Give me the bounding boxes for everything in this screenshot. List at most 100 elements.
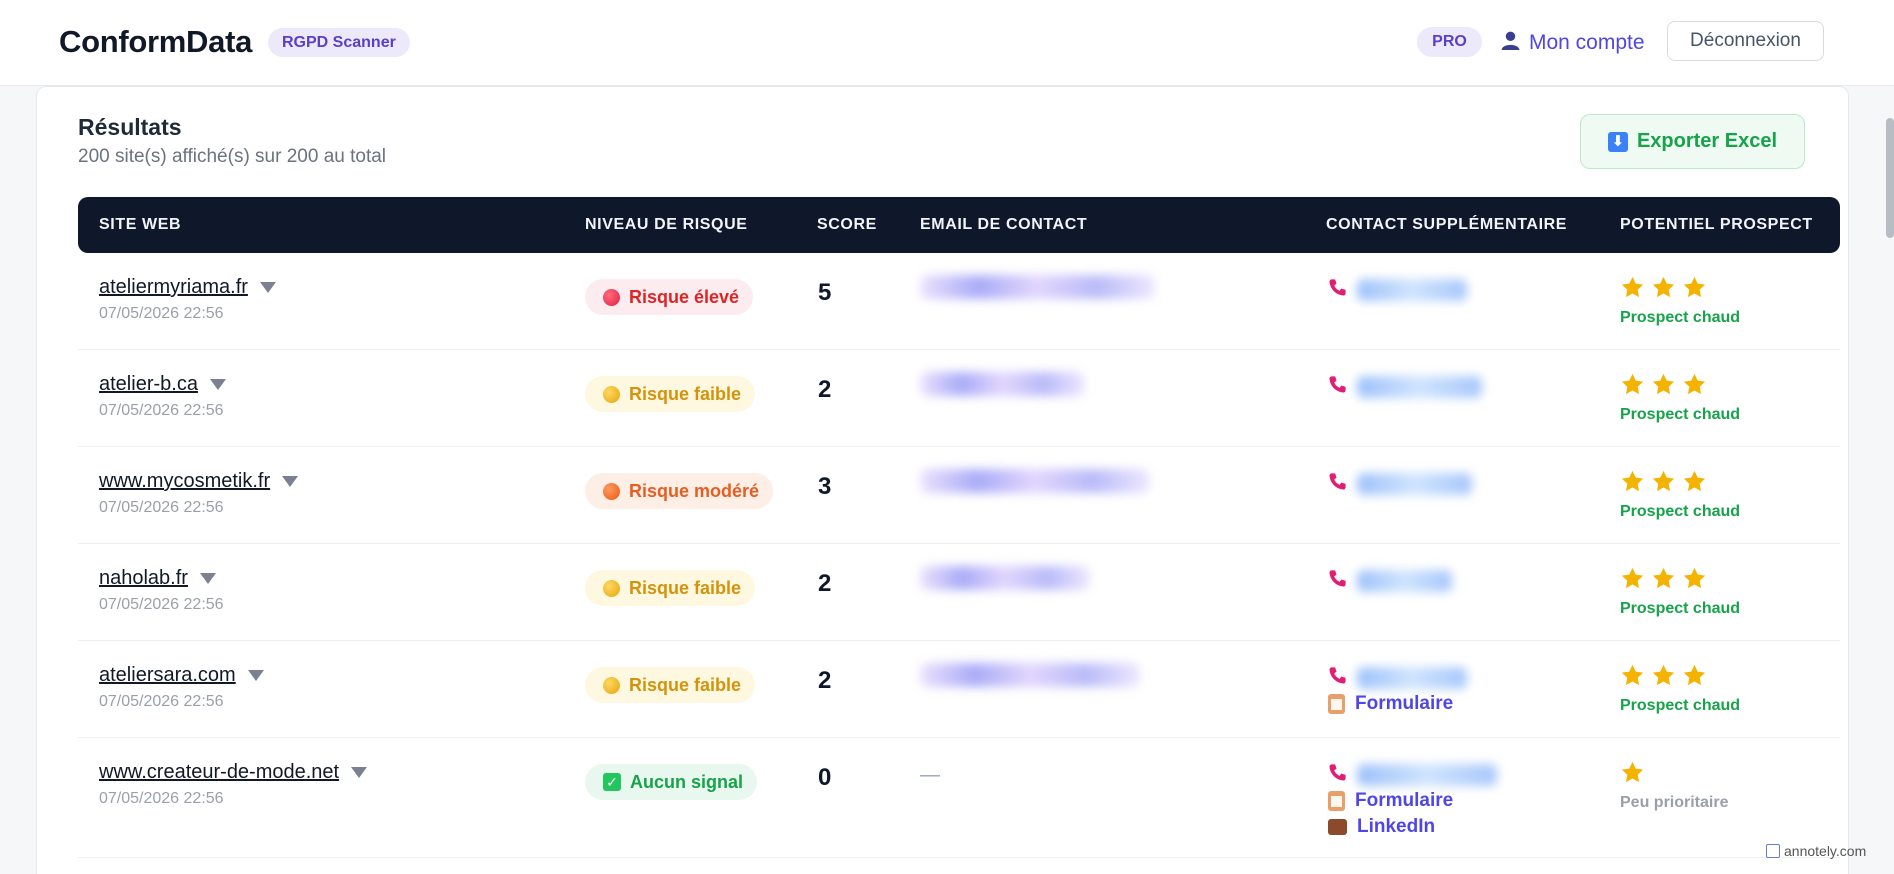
column-score[interactable]: SCORE (817, 197, 877, 253)
risk-label: Risque modéré (629, 480, 760, 501)
expand-caret-icon[interactable] (259, 282, 276, 293)
prospect-stars (1620, 469, 1707, 494)
prospect-stars (1620, 663, 1707, 688)
account-link[interactable]: Mon compte (1500, 29, 1645, 57)
scan-date: 07/05/2026 22:56 (99, 596, 224, 613)
phone-icon (1328, 666, 1347, 691)
risk-badge: Risque modéré (585, 473, 774, 509)
results-title: Résultats (78, 114, 182, 140)
score-value: 2 (818, 667, 832, 694)
table-row[interactable]: www.createur-de-mode.net 07/05/2026 22:5… (78, 738, 1840, 858)
watermark-text: annotely.com (1784, 843, 1867, 859)
form-link[interactable]: Formulaire (1355, 693, 1453, 715)
score-value: 3 (818, 473, 832, 500)
score-value: 2 (818, 376, 832, 403)
site-cell: atelier-b.ca (99, 373, 226, 396)
site-link[interactable]: atelier-b.ca (99, 373, 198, 396)
star-icon (1683, 373, 1706, 395)
score-value: 2 (818, 570, 832, 597)
column-site[interactable]: SITE WEB (99, 197, 181, 253)
linkedin-link[interactable]: LinkedIn (1357, 816, 1435, 838)
table-row[interactable]: atelier-b.ca 07/05/2026 22:56 Risque fai… (78, 350, 1840, 447)
prospect-label: Prospect chaud (1620, 309, 1741, 326)
risk-badge: Risque faible (585, 376, 756, 412)
risk-label: Risque faible (629, 383, 742, 404)
table-header: SITE WEB NIVEAU DE RISQUE SCORE EMAIL DE… (78, 197, 1840, 253)
risk-label: Risque élevé (629, 286, 740, 307)
contact-cell (1328, 374, 1482, 400)
site-cell: www.createur-de-mode.net (99, 761, 368, 784)
email-redacted (920, 275, 1155, 299)
table-row[interactable]: naholab.fr 07/05/2026 22:56 Risque faibl… (78, 544, 1840, 641)
table-row[interactable]: www.mycosmetik.fr 07/05/2026 22:56 Risqu… (78, 447, 1840, 544)
yellow-dot-icon (603, 385, 620, 403)
table-row[interactable]: ateliersara.com 07/05/2026 22:56 Risque … (78, 641, 1840, 738)
form-link[interactable]: Formulaire (1355, 790, 1453, 812)
column-contact[interactable]: CONTACT SUPPLÉMENTAIRE (1326, 197, 1567, 253)
email-redacted (920, 372, 1085, 396)
prospect-label: Peu prioritaire (1620, 794, 1729, 811)
scan-date: 07/05/2026 22:56 (99, 402, 224, 419)
results-count: 200 site(s) affiché(s) sur 200 au total (78, 146, 387, 167)
briefcase-icon (1328, 819, 1347, 835)
star-icon (1683, 276, 1706, 298)
email-redacted (920, 663, 1140, 687)
prospect-stars (1620, 566, 1707, 591)
expand-caret-icon[interactable] (209, 379, 226, 390)
table-row[interactable]: ateliermyriama.fr 07/05/2026 22:56 Risqu… (78, 253, 1840, 350)
star-icon (1683, 567, 1706, 589)
star-icon (1683, 664, 1706, 686)
scan-date: 07/05/2026 22:56 (99, 499, 224, 516)
brand-logo[interactable]: ConformData (59, 24, 252, 60)
risk-label: Risque faible (629, 674, 742, 695)
phone-icon (1328, 763, 1347, 788)
expand-caret-icon[interactable] (282, 476, 299, 487)
page-scrollbar[interactable] (1886, 118, 1894, 238)
column-prospect[interactable]: POTENTIEL PROSPECT (1620, 197, 1813, 253)
yellow-dot-icon (603, 676, 620, 694)
contact-cell: Formulaire LinkedIn (1328, 762, 1497, 840)
top-bar: ConformData RGPD Scanner PRO Mon compte … (0, 0, 1894, 86)
column-email[interactable]: EMAIL DE CONTACT (920, 197, 1087, 253)
site-cell: ateliermyriama.fr (99, 276, 276, 299)
risk-badge: Risque faible (585, 667, 756, 703)
contact-cell (1328, 277, 1467, 303)
expand-caret-icon[interactable] (247, 670, 264, 681)
star-icon (1621, 276, 1644, 298)
site-link[interactable]: ateliersara.com (99, 664, 236, 687)
star-icon (1652, 276, 1675, 298)
score-value: 0 (818, 764, 832, 791)
product-tag: RGPD Scanner (268, 28, 410, 57)
user-icon (1500, 30, 1521, 57)
contact-cell (1328, 568, 1452, 594)
export-excel-button[interactable]: ⬇ Exporter Excel (1580, 114, 1805, 169)
prospect-stars (1620, 760, 1645, 785)
site-link[interactable]: ateliermyriama.fr (99, 276, 248, 299)
risk-label: Risque faible (629, 577, 742, 598)
site-link[interactable]: naholab.fr (99, 567, 188, 590)
expand-caret-icon[interactable] (199, 573, 216, 584)
phone-icon (1328, 472, 1347, 497)
prospect-stars (1620, 372, 1707, 397)
logout-button[interactable]: Déconnexion (1667, 21, 1824, 61)
star-icon (1652, 664, 1675, 686)
expand-caret-icon[interactable] (351, 767, 368, 778)
phone-redacted (1357, 764, 1497, 786)
download-icon: ⬇ (1607, 131, 1628, 152)
prospect-label: Prospect chaud (1620, 600, 1741, 617)
star-icon (1621, 470, 1644, 492)
watermark: annotely.com (1766, 843, 1866, 859)
phone-redacted (1357, 570, 1452, 592)
prospect-label: Prospect chaud (1620, 697, 1741, 714)
contact-cell: Formulaire (1328, 665, 1467, 717)
phone-redacted (1357, 667, 1467, 689)
site-link[interactable]: www.createur-de-mode.net (99, 761, 339, 784)
score-value: 5 (818, 279, 832, 306)
star-icon (1621, 567, 1644, 589)
site-link[interactable]: www.mycosmetik.fr (99, 470, 270, 493)
column-risk[interactable]: NIVEAU DE RISQUE (585, 197, 748, 253)
phone-redacted (1357, 376, 1482, 398)
prospect-label: Prospect chaud (1620, 406, 1741, 423)
star-icon (1683, 470, 1706, 492)
email-empty: — (920, 764, 940, 786)
